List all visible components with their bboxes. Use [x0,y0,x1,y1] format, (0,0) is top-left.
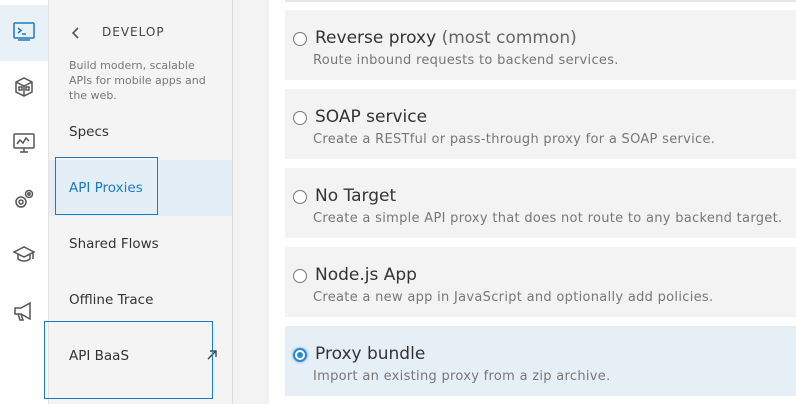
radio-button[interactable] [293,111,307,125]
rail-learn-button[interactable] [0,229,48,285]
option-no-target[interactable]: No Target Create a simple API proxy that… [285,168,796,238]
option-title: No Target [315,186,397,206]
option-proxy-bundle[interactable]: Proxy bundle Import an existing proxy fr… [285,326,796,396]
option-reverse-proxy[interactable]: Reverse proxy (most common) Route inboun… [285,10,796,80]
nav-title: DEVELOP [102,25,165,39]
rail-publish-button[interactable] [0,61,48,117]
rail-announcements-button[interactable] [0,285,48,341]
option-description: Route inbound requests to backend servic… [313,53,619,68]
nav-description: Build modern, scalable APIs for mobile a… [69,59,206,102]
nav-item-label: API BaaS [69,348,130,364]
develop-nav: DEVELOP Build modern, scalable APIs for … [49,0,233,404]
option-description: Import an existing proxy from a zip arch… [313,369,611,384]
nav-item-api-baas[interactable]: API BaaS [49,328,232,384]
nav-item-label: Shared Flows [69,236,159,252]
megaphone-icon [12,299,36,327]
option-title: SOAP service [315,107,428,127]
box-icon [12,75,36,103]
option-description: Create a RESTful or pass-through proxy f… [313,132,716,147]
option-description: Create a new app in JavaScript and optio… [313,290,714,305]
radio-button[interactable] [293,32,307,46]
rail-admin-button[interactable] [0,173,48,229]
nav-item-label: Offline Trace [69,292,154,308]
nav-item-shared-flows[interactable]: Shared Flows [49,216,232,272]
monitor-chart-icon [12,131,36,159]
gears-icon [12,187,36,215]
content-gutter [233,0,269,404]
option-subtitle: (most common) [441,28,577,48]
rail-develop-button[interactable] [0,5,48,61]
nav-item-label: API Proxies [69,180,143,196]
option-soap-service[interactable]: SOAP service Create a RESTful or pass-th… [285,89,796,159]
option-title: Proxy bundle [315,344,426,364]
rail-analyze-button[interactable] [0,117,48,173]
divider [285,0,796,2]
option-title: Node.js App [315,265,417,285]
nav-item-label: Specs [69,124,109,140]
terminal-icon [12,19,36,47]
graduation-cap-icon [12,243,36,271]
radio-button-selected[interactable] [293,348,307,362]
external-link-icon [206,349,218,361]
radio-button[interactable] [293,190,307,204]
nav-item-specs[interactable]: Specs [49,104,232,160]
icon-rail [0,0,49,404]
option-description: Create a simple API proxy that does not … [313,211,783,226]
nav-item-offline-trace[interactable]: Offline Trace [49,272,232,328]
option-nodejs-app[interactable]: Node.js App Create a new app in JavaScri… [285,247,796,317]
nav-item-api-proxies[interactable]: API Proxies [49,160,232,216]
chevron-left-icon[interactable] [69,25,83,39]
nav-header: DEVELOP [69,22,165,42]
option-title: Reverse proxy (most common) [315,28,577,48]
radio-button[interactable] [293,269,307,283]
proxy-type-panel: Reverse proxy (most common) Route inboun… [233,0,796,404]
